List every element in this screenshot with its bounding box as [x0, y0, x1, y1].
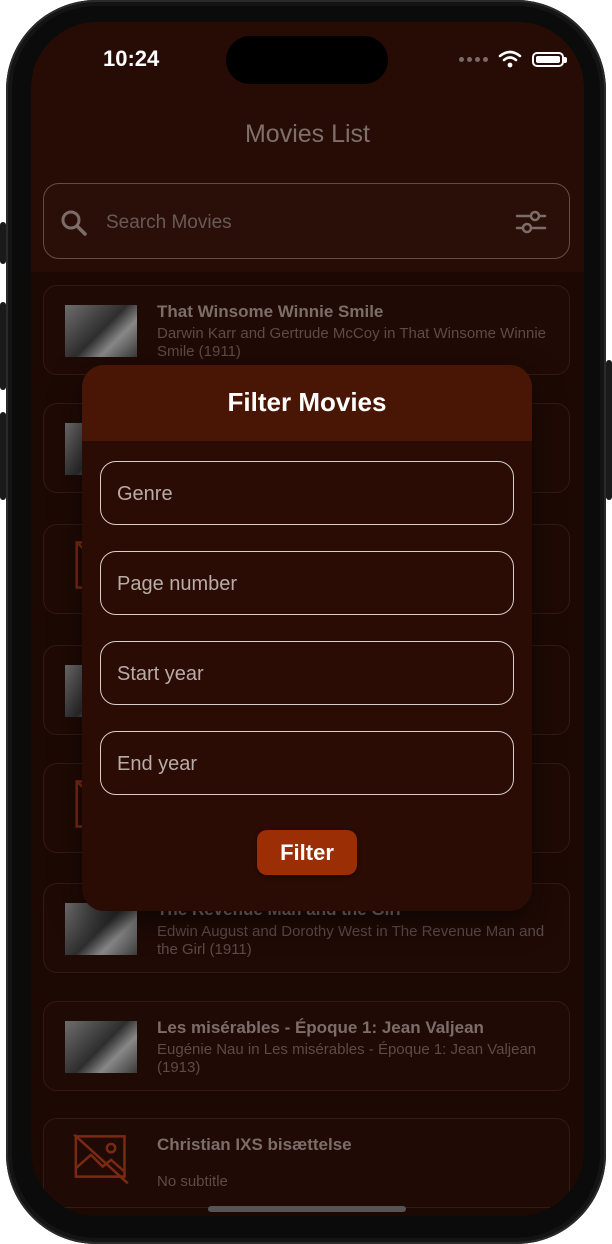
- dialog-title: Filter Movies: [227, 387, 387, 417]
- list-item[interactable]: Christian IXS bisættelse No subtitle: [43, 1118, 570, 1208]
- start-year-field[interactable]: [100, 641, 514, 705]
- wifi-icon: [498, 50, 522, 68]
- app-screen: Movies List 10:24: [31, 22, 584, 1216]
- movie-subtitle: Edwin August and Dorothy West in The Rev…: [157, 923, 545, 958]
- movie-title: Les misérables - Époque 1: Jean Valjean: [157, 1018, 484, 1037]
- start-year-input[interactable]: [115, 658, 499, 690]
- broken-image-icon: [73, 1133, 129, 1185]
- movie-title: That Winsome Winnie Smile: [157, 302, 384, 321]
- dynamic-island: [226, 36, 388, 84]
- battery-icon: [532, 51, 567, 67]
- list-item[interactable]: That Winsome Winnie Smile Darwin Karr an…: [43, 285, 570, 375]
- home-indicator[interactable]: [208, 1206, 406, 1212]
- list-item[interactable]: Les misérables - Époque 1: Jean Valjean …: [43, 1001, 570, 1091]
- status-icons: [459, 50, 567, 68]
- power-button: [606, 360, 612, 500]
- movie-title: Christian IXS bisættelse: [157, 1135, 352, 1154]
- end-year-field[interactable]: [100, 731, 514, 795]
- status-time: 10:24: [103, 46, 160, 71]
- search-input[interactable]: [104, 208, 488, 238]
- search-icon: [61, 210, 87, 236]
- movie-subtitle: No subtitle: [157, 1173, 228, 1190]
- search-bar[interactable]: [43, 183, 570, 259]
- page-title: Movies List: [244, 120, 371, 148]
- movie-subtitle: Eugénie Nau in Les misérables - Époque 1…: [157, 1041, 537, 1076]
- movie-thumbnail: [65, 1021, 137, 1073]
- cellular-signal-icon: [459, 56, 488, 62]
- end-year-input[interactable]: [115, 748, 499, 780]
- genre-field[interactable]: [100, 461, 514, 525]
- filter-button[interactable]: Filter: [257, 830, 357, 875]
- filter-settings-icon[interactable]: [515, 208, 547, 236]
- page-number-input[interactable]: [115, 568, 499, 600]
- page-number-field[interactable]: [100, 551, 514, 615]
- movie-subtitle: Darwin Karr and Gertrude McCoy in That W…: [157, 325, 547, 360]
- phone-device: Movies List 10:24: [0, 0, 612, 1244]
- filter-dialog: Filter Movies Filter: [82, 365, 532, 911]
- genre-input[interactable]: [115, 478, 499, 510]
- movie-thumbnail: [65, 305, 137, 357]
- dialog-header: Filter Movies: [82, 365, 532, 441]
